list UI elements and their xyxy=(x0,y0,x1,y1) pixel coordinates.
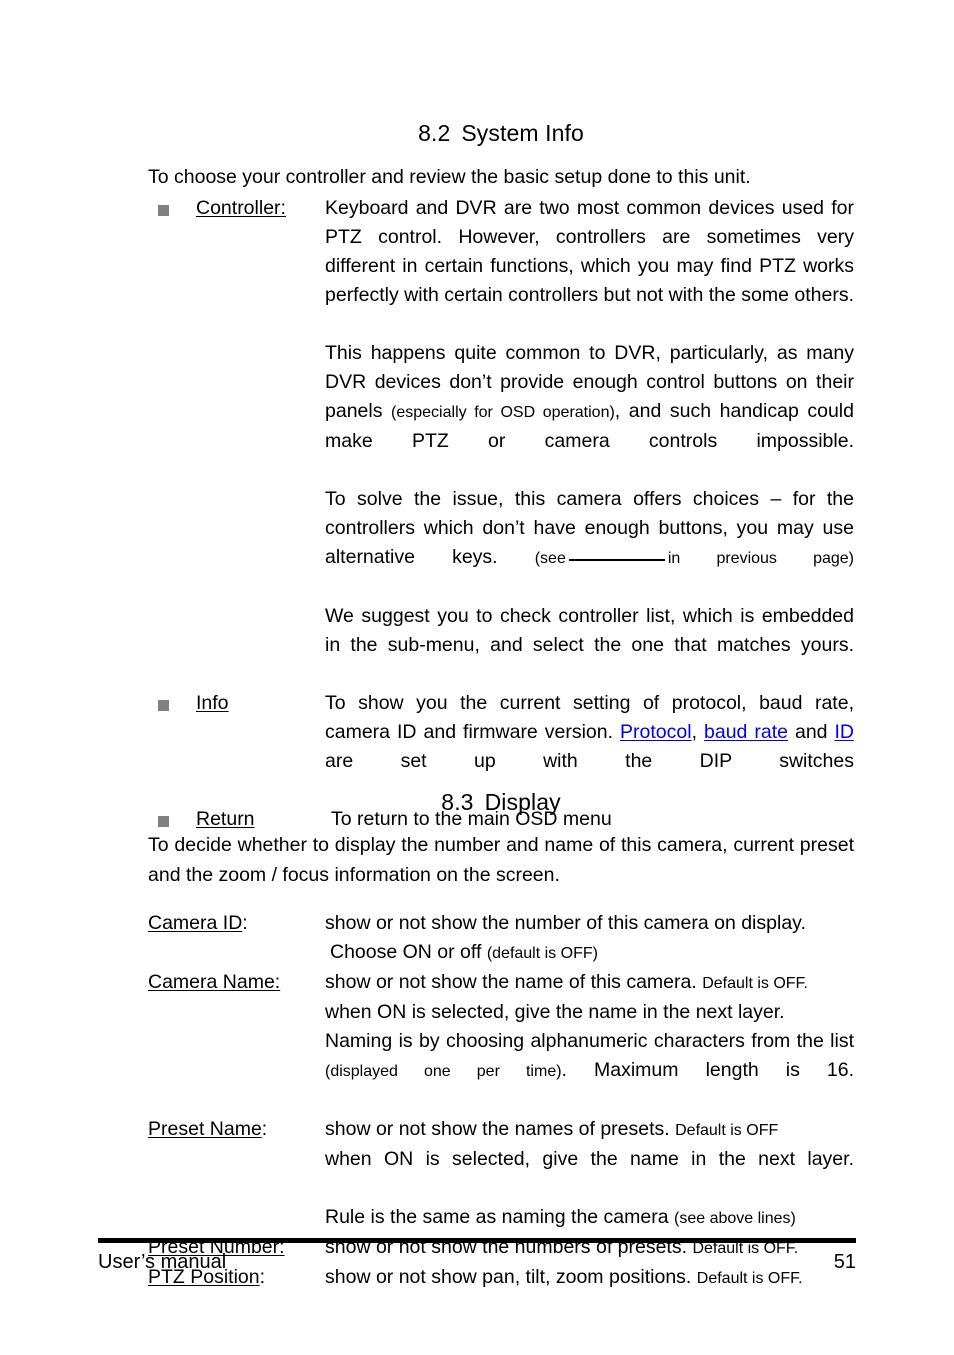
display-term-underlined: Camera Name: xyxy=(148,971,281,993)
display-term-tail: : xyxy=(261,1118,268,1140)
controller-paragraph-2: This happens quite common to DVR, partic… xyxy=(325,339,854,485)
controller-p3-see-tail: in previous page) xyxy=(667,550,854,567)
display-line-note: (displayed one per time) xyxy=(325,1063,562,1080)
display-line-text-after: . Maximum length is 16. xyxy=(561,1059,854,1081)
bullet-cell xyxy=(148,689,196,711)
display-line-text: Naming is by choosing alphanumeric chara… xyxy=(325,1030,854,1052)
term-info: Info xyxy=(196,692,229,714)
display-line: show or not show the names of presets. D… xyxy=(325,1115,854,1145)
heading-number: 8.2 xyxy=(418,120,451,146)
display-line-text: show or not show the names of presets. xyxy=(325,1118,676,1140)
display-row-camera-name: Camera Name: show or not show the name o… xyxy=(148,968,854,1115)
square-bullet-icon xyxy=(158,205,169,216)
link-protocol[interactable]: Protocol xyxy=(620,721,692,743)
heading-system-info: 8.2 System Info xyxy=(148,118,854,148)
controller-paragraph-3: To solve the issue, this camera offers c… xyxy=(325,485,854,602)
description-controller: Keyboard and DVR are two most common dev… xyxy=(325,194,854,689)
display-term-underlined: Camera ID xyxy=(148,912,243,934)
term-controller: Controller: xyxy=(196,197,286,219)
controller-p3-see-label: (see xyxy=(534,550,566,567)
display-desc-preset-name: show or not show the names of presets. D… xyxy=(325,1115,854,1233)
footer-row: User’s manual 51 xyxy=(98,1243,856,1277)
intro-paragraph-display: To decide whether to display the number … xyxy=(148,834,854,886)
footer-page-number: 51 xyxy=(833,1251,856,1273)
display-line-note: Default is OFF xyxy=(675,1122,779,1139)
display-desc-camera-name: show or not show the name of this camera… xyxy=(325,968,854,1115)
display-line-note: (see above lines) xyxy=(674,1210,796,1227)
display-line: Choose ON or off (default is OFF) xyxy=(325,938,854,968)
section-8-2: 8.2 System Info To choose your controller… xyxy=(148,118,854,834)
display-line: when ON is selected, give the name in th… xyxy=(325,1148,854,1170)
display-line: show or not show the number of this came… xyxy=(325,912,806,934)
display-line: when ON is selected, give the name in th… xyxy=(325,1001,785,1023)
controller-paragraph-1: Keyboard and DVR are two most common dev… xyxy=(325,197,854,306)
manual-page: 8.2 System Info To choose your controller… xyxy=(0,0,954,1355)
section-8-3: 8.3 Display To decide whether to display … xyxy=(148,787,854,1293)
display-term-preset-name: Preset Name: xyxy=(148,1115,325,1144)
page-footer: User’s manual 51 xyxy=(98,1238,856,1277)
display-row-camera-id: Camera ID: show or not show the number o… xyxy=(148,909,854,968)
heading-number: 8.3 xyxy=(441,789,474,815)
heading-title: Display xyxy=(484,789,561,815)
display-term-camera-id: Camera ID: xyxy=(148,909,325,938)
link-id[interactable]: ID xyxy=(835,721,855,743)
display-row-preset-name: Preset Name: show or not show the names … xyxy=(148,1115,854,1233)
info-text-b: are set up with the DIP switches xyxy=(325,750,854,772)
display-term-underlined: Preset Name xyxy=(148,1118,262,1140)
info-separator: , xyxy=(691,721,705,743)
info-text-mid: and xyxy=(788,721,835,743)
display-line: show or not show the name of this camera… xyxy=(325,968,854,998)
display-line-text: Choose ON or off xyxy=(330,941,487,963)
intro-paragraph-system-info: To choose your controller and review the… xyxy=(148,166,751,188)
heading-display: 8.3 Display xyxy=(148,787,854,817)
heading-title: System Info xyxy=(461,120,584,146)
square-bullet-icon xyxy=(158,700,169,711)
blank-reference-field[interactable] xyxy=(568,559,665,561)
display-line-note: (default is OFF) xyxy=(486,945,598,962)
display-term-camera-name: Camera Name: xyxy=(148,968,325,997)
link-baud-rate[interactable]: baud rate xyxy=(704,721,788,743)
definition-row-controller: Controller: Keyboard and DVR are two mos… xyxy=(148,194,854,689)
footer-document-title: User’s manual xyxy=(98,1251,227,1273)
display-term-tail: : xyxy=(242,912,248,934)
bullet-cell xyxy=(148,194,196,216)
display-line: Naming is by choosing alphanumeric chara… xyxy=(325,1027,854,1115)
display-line-text: show or not show the name of this camera… xyxy=(325,971,703,993)
display-line-note: Default is OFF. xyxy=(702,975,808,992)
controller-paragraph-4: We suggest you to check controller list,… xyxy=(325,605,854,656)
display-line-text: Rule is the same as naming the camera xyxy=(325,1206,675,1228)
display-desc-camera-id: show or not show the number of this came… xyxy=(325,909,854,968)
controller-p2-note: (especially for OSD operation) xyxy=(391,404,615,421)
display-line: Rule is the same as naming the camera (s… xyxy=(325,1203,854,1233)
